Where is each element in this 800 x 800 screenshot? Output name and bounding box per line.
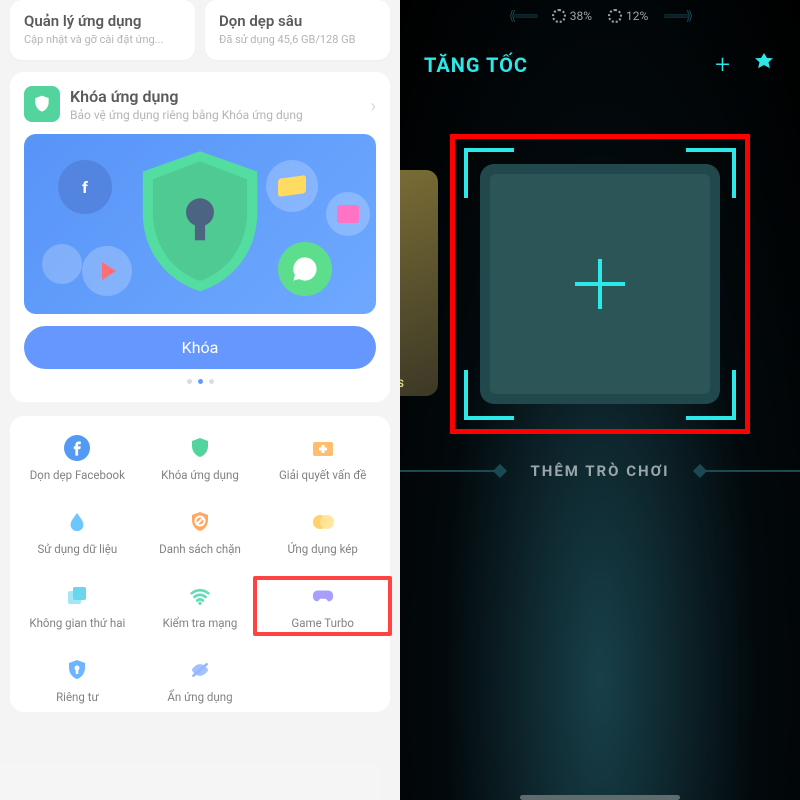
security-app-panel: Quản lý ứng dụng Cập nhật và gỡ cài đặt …	[0, 0, 400, 800]
tool-label: Danh sách chặn	[159, 542, 241, 556]
game-turbo-panel: ⟪═══ 38% 12% ═══⟫ TĂNG TỐC + ES THÊM TRÒ…	[400, 0, 800, 800]
tool-dual-apps[interactable]: Ứng dụng kép	[261, 508, 384, 556]
tool-solve-problems[interactable]: Giải quyết vấn đề	[261, 434, 384, 482]
highlight-box	[253, 576, 392, 636]
card-title: Dọn dẹp sâu	[219, 12, 376, 30]
add-game-slot[interactable]	[480, 164, 720, 404]
app-lock-section: Khóa ứng dụng Bảo vệ ứng dụng riêng bằng…	[10, 72, 390, 402]
lock-sub: Bảo vệ ứng dụng riêng bằng Khóa ứng dụng	[70, 108, 303, 122]
app-lock-header[interactable]: Khóa ứng dụng Bảo vệ ứng dụng riêng bằng…	[24, 86, 376, 122]
tool-network-test[interactable]: Kiểm tra mạng	[139, 582, 262, 630]
tool-label: Ứng dụng kép	[287, 542, 357, 556]
tool-label: Giải quyết vấn đề	[279, 468, 366, 482]
firstaid-icon	[309, 434, 337, 462]
cpu-stat: 38%	[552, 9, 592, 23]
status-bar: ⟪═══ 38% 12% ═══⟫	[400, 8, 800, 24]
wifi-icon	[186, 582, 214, 610]
tool-label: Kiểm tra mạng	[163, 616, 238, 630]
add-game-label: THÊM TRÒ CHƠI	[400, 462, 800, 480]
tools-grid: Dọn dẹp Facebook Khóa ứng dụng Giải quyế…	[10, 416, 390, 712]
card-sub: Đã sử dụng 45,6 GB/128 GB	[219, 33, 376, 46]
shield-icon	[186, 434, 214, 462]
card-deep-clean[interactable]: Dọn dẹp sâu Đã sử dụng 45,6 GB/128 GB	[205, 0, 390, 60]
tool-label: Dọn dẹp Facebook	[30, 468, 125, 482]
tool-facebook-cleanup[interactable]: Dọn dẹp Facebook	[16, 434, 139, 482]
block-icon	[186, 508, 214, 536]
tool-game-turbo[interactable]: Game Turbo	[261, 582, 384, 630]
shield-icon	[24, 86, 60, 122]
tool-privacy[interactable]: Riêng tư	[16, 656, 139, 704]
plus-icon	[575, 259, 625, 309]
page-title: TĂNG TỐC	[424, 53, 528, 77]
tool-app-lock[interactable]: Khóa ứng dụng	[139, 434, 262, 482]
lock-button[interactable]: Khóa	[24, 326, 376, 369]
gear-icon	[552, 9, 566, 23]
lock-title: Khóa ứng dụng	[70, 87, 303, 106]
tool-label: Không gian thứ hai	[29, 616, 125, 630]
hide-icon	[186, 656, 214, 684]
thumb-label: ES	[400, 379, 404, 390]
tool-label: Riêng tư	[56, 690, 99, 704]
tool-label: Ẩn ứng dụng	[167, 690, 232, 704]
tool-label: Sử dụng dữ liệu	[37, 542, 117, 556]
tool-second-space[interactable]: Không gian thứ hai	[16, 582, 139, 630]
card-sub: Cập nhật và gỡ cài đặt ứng...	[24, 33, 181, 46]
settings-icon[interactable]	[752, 51, 776, 79]
add-game-highlight	[450, 134, 750, 434]
card-title: Quản lý ứng dụng	[24, 12, 181, 30]
shield-lock-icon	[135, 151, 265, 291]
add-icon[interactable]: +	[715, 50, 730, 80]
stack-icon	[63, 582, 91, 610]
tool-data-usage[interactable]: Sử dụng dữ liệu	[16, 508, 139, 556]
tool-label: Khóa ứng dụng	[161, 468, 239, 482]
pager-dots	[24, 379, 376, 384]
chevron-right-icon: ›	[371, 96, 376, 117]
app-lock-illustration: f	[24, 134, 376, 314]
privacy-icon	[63, 656, 91, 684]
fb-icon	[63, 434, 91, 462]
home-indicator	[520, 795, 680, 800]
gpu-stat: 12%	[608, 9, 648, 23]
gear-icon	[608, 9, 622, 23]
card-manage-apps[interactable]: Quản lý ứng dụng Cập nhật và gỡ cài đặt …	[10, 0, 195, 60]
tool-hide-apps[interactable]: Ẩn ứng dụng	[139, 656, 262, 704]
tool-blocklist[interactable]: Danh sách chặn	[139, 508, 262, 556]
game-thumbnail[interactable]: ES	[400, 170, 438, 396]
drop-icon	[63, 508, 91, 536]
dual-icon	[309, 508, 337, 536]
